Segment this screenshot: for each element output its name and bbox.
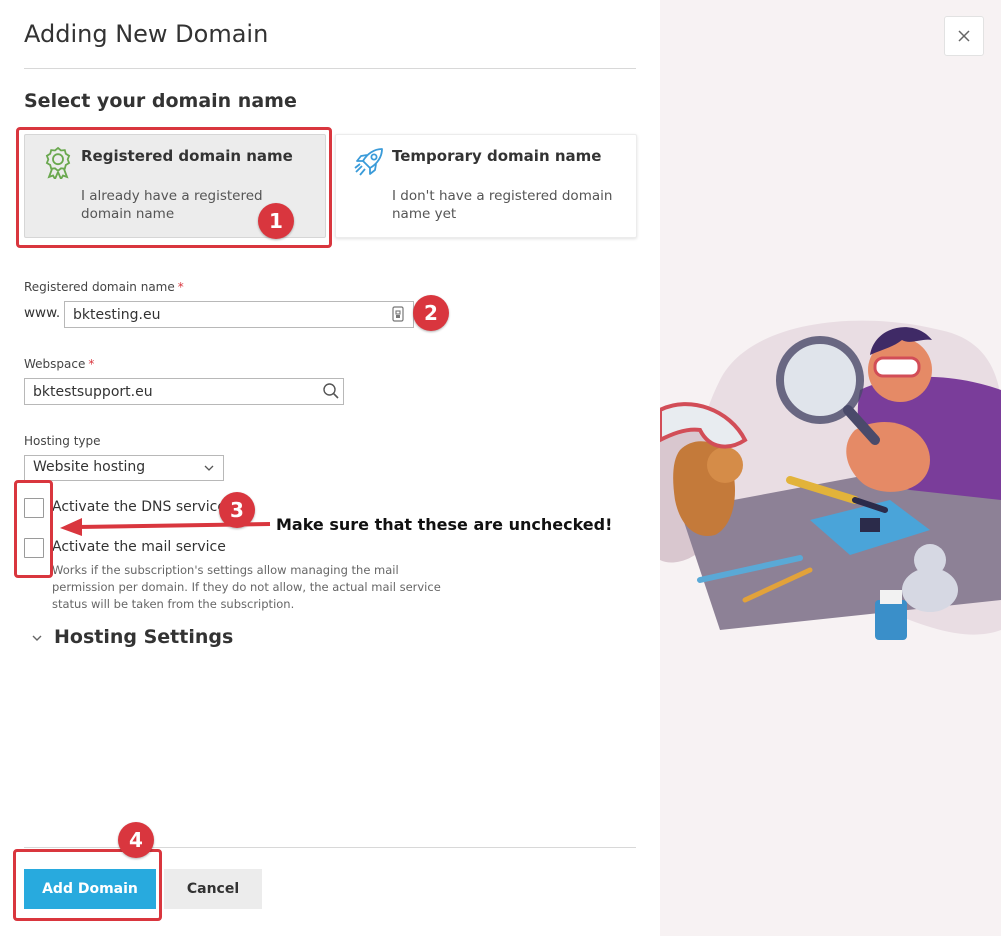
close-icon (958, 30, 970, 42)
www-prefix: www. (24, 305, 61, 321)
webspace-input[interactable] (24, 378, 344, 405)
mail-service-label: Activate the mail service (52, 539, 226, 555)
chevron-down-icon (32, 635, 42, 641)
webspace-label-text: Webspace (24, 357, 86, 371)
option-title: Temporary domain name (392, 147, 602, 165)
hosting-settings-label: Hosting Settings (54, 626, 234, 648)
annotation-arrow (60, 518, 271, 536)
hosting-type-label: Hosting type (24, 434, 101, 448)
domain-name-input[interactable] (64, 301, 414, 328)
annotation-badge-4: 4 (118, 822, 154, 858)
chevron-down-icon (204, 465, 214, 471)
required-mark: * (88, 357, 95, 371)
cancel-button[interactable]: Cancel (164, 869, 262, 909)
domain-name-label-text: Registered domain name (24, 280, 175, 294)
footer-divider (24, 847, 636, 848)
hosting-settings-toggle[interactable]: Hosting Settings (30, 626, 233, 648)
annotation-badge-1: 1 (258, 203, 294, 239)
option-temporary-domain[interactable]: Temporary domain name I don't have a reg… (335, 134, 637, 238)
title-divider (24, 68, 636, 69)
close-button[interactable] (944, 16, 984, 56)
mail-service-hint: Works if the subscription's settings all… (52, 563, 441, 611)
section-title: Select your domain name (24, 90, 297, 112)
domain-name-label: Registered domain name * (24, 280, 184, 294)
developer-illustration (660, 320, 1001, 640)
dns-service-label: Activate the DNS service (52, 499, 226, 515)
rocket-icon (354, 148, 383, 176)
search-icon[interactable] (322, 382, 340, 400)
annotation-box-3 (14, 480, 53, 578)
dialog-title: Adding New Domain (24, 20, 269, 48)
password-manager-icon[interactable] (389, 305, 407, 323)
required-mark: * (177, 280, 184, 294)
annotation-badge-2: 2 (413, 295, 449, 331)
option-desc: I don't have a registered domain name ye… (392, 188, 613, 222)
annotation-note: Make sure that these are unchecked! (276, 515, 613, 534)
annotation-box-4 (13, 849, 162, 921)
webspace-label: Webspace * (24, 357, 94, 371)
hosting-type-value: Website hosting (33, 459, 146, 475)
dialog-panel: Adding New Domain Select your domain nam… (0, 0, 660, 936)
hosting-type-select[interactable]: Website hosting (24, 455, 224, 481)
